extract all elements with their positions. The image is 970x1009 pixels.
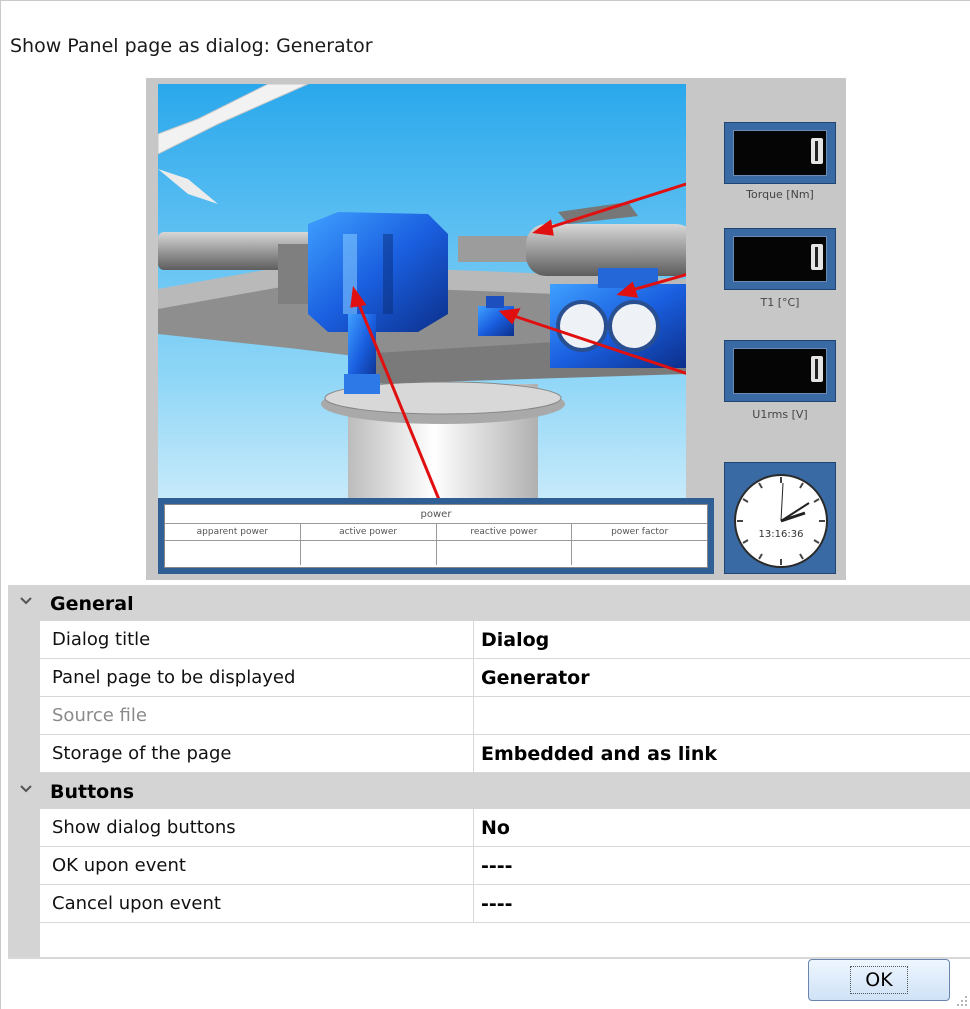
temperature-display — [724, 228, 836, 290]
property-row-show-dialog-buttons[interactable]: Show dialog buttons No — [40, 809, 970, 847]
analog-clock: 13:16:36 — [724, 462, 836, 574]
column-power-factor: power factor — [611, 527, 669, 537]
property-row-panel-page[interactable]: Panel page to be displayed Generator — [40, 659, 970, 697]
category-buttons[interactable]: Buttons — [8, 773, 970, 809]
column-active-power: active power — [301, 524, 437, 540]
chevron-down-icon[interactable] — [18, 781, 34, 797]
property-name: Source file — [40, 697, 474, 735]
panel-page-preview: power apparent power active power reacti… — [146, 78, 846, 580]
temperature-slider-icon — [811, 244, 823, 270]
temperature-label: T1 [°C] — [760, 296, 800, 309]
power-table-header: power — [165, 505, 707, 524]
property-row-storage[interactable]: Storage of the page Embedded and as link — [40, 735, 970, 773]
power-table-values-row — [165, 541, 707, 565]
category-buttons-label: Buttons — [50, 781, 135, 803]
voltage-label: U1rms [V] — [752, 408, 808, 421]
property-value[interactable]: Generator — [481, 659, 590, 697]
dialog-title: Show Panel page as dialog: Generator — [10, 35, 373, 57]
property-name: Panel page to be displayed — [40, 659, 474, 697]
voltage-display — [724, 340, 836, 402]
property-name: OK upon event — [40, 847, 474, 885]
resize-grip-icon[interactable] — [956, 995, 968, 1007]
property-value[interactable]: Dialog — [481, 621, 549, 659]
property-name: Storage of the page — [40, 735, 474, 773]
torque-display — [724, 122, 836, 184]
torque-label: Torque [Nm] — [746, 188, 814, 201]
category-general[interactable]: General — [8, 585, 970, 621]
property-name: Dialog title — [40, 621, 474, 659]
chevron-down-icon[interactable] — [18, 593, 34, 609]
column-apparent-power: apparent power — [165, 524, 301, 540]
voltage-slider-icon — [811, 356, 823, 382]
property-grid-gutter — [8, 585, 40, 957]
property-value[interactable]: Embedded and as link — [481, 735, 717, 773]
category-general-label: General — [50, 593, 134, 615]
ok-button-label: OK — [850, 966, 908, 994]
dialog-border-left — [0, 0, 1, 1009]
clock-time: 13:16:36 — [758, 529, 804, 540]
property-value[interactable]: ---- — [481, 847, 513, 885]
property-name: Cancel upon event — [40, 885, 474, 923]
property-value[interactable]: No — [481, 809, 510, 847]
property-row-dialog-title[interactable]: Dialog title Dialog — [40, 621, 970, 659]
property-row-cancel-upon-event[interactable]: Cancel upon event ---- — [40, 885, 970, 923]
torque-slider-icon — [811, 138, 823, 164]
power-table: power apparent power active power reacti… — [158, 498, 714, 574]
property-row-source-file: Source file — [40, 697, 970, 735]
column-reactive-power: reactive power — [437, 524, 573, 540]
ok-button[interactable]: OK — [808, 959, 950, 1001]
dialog-border-top — [0, 0, 970, 1]
property-row-ok-upon-event[interactable]: OK upon event ---- — [40, 847, 970, 885]
property-name: Show dialog buttons — [40, 809, 474, 847]
property-value[interactable]: ---- — [481, 885, 513, 923]
